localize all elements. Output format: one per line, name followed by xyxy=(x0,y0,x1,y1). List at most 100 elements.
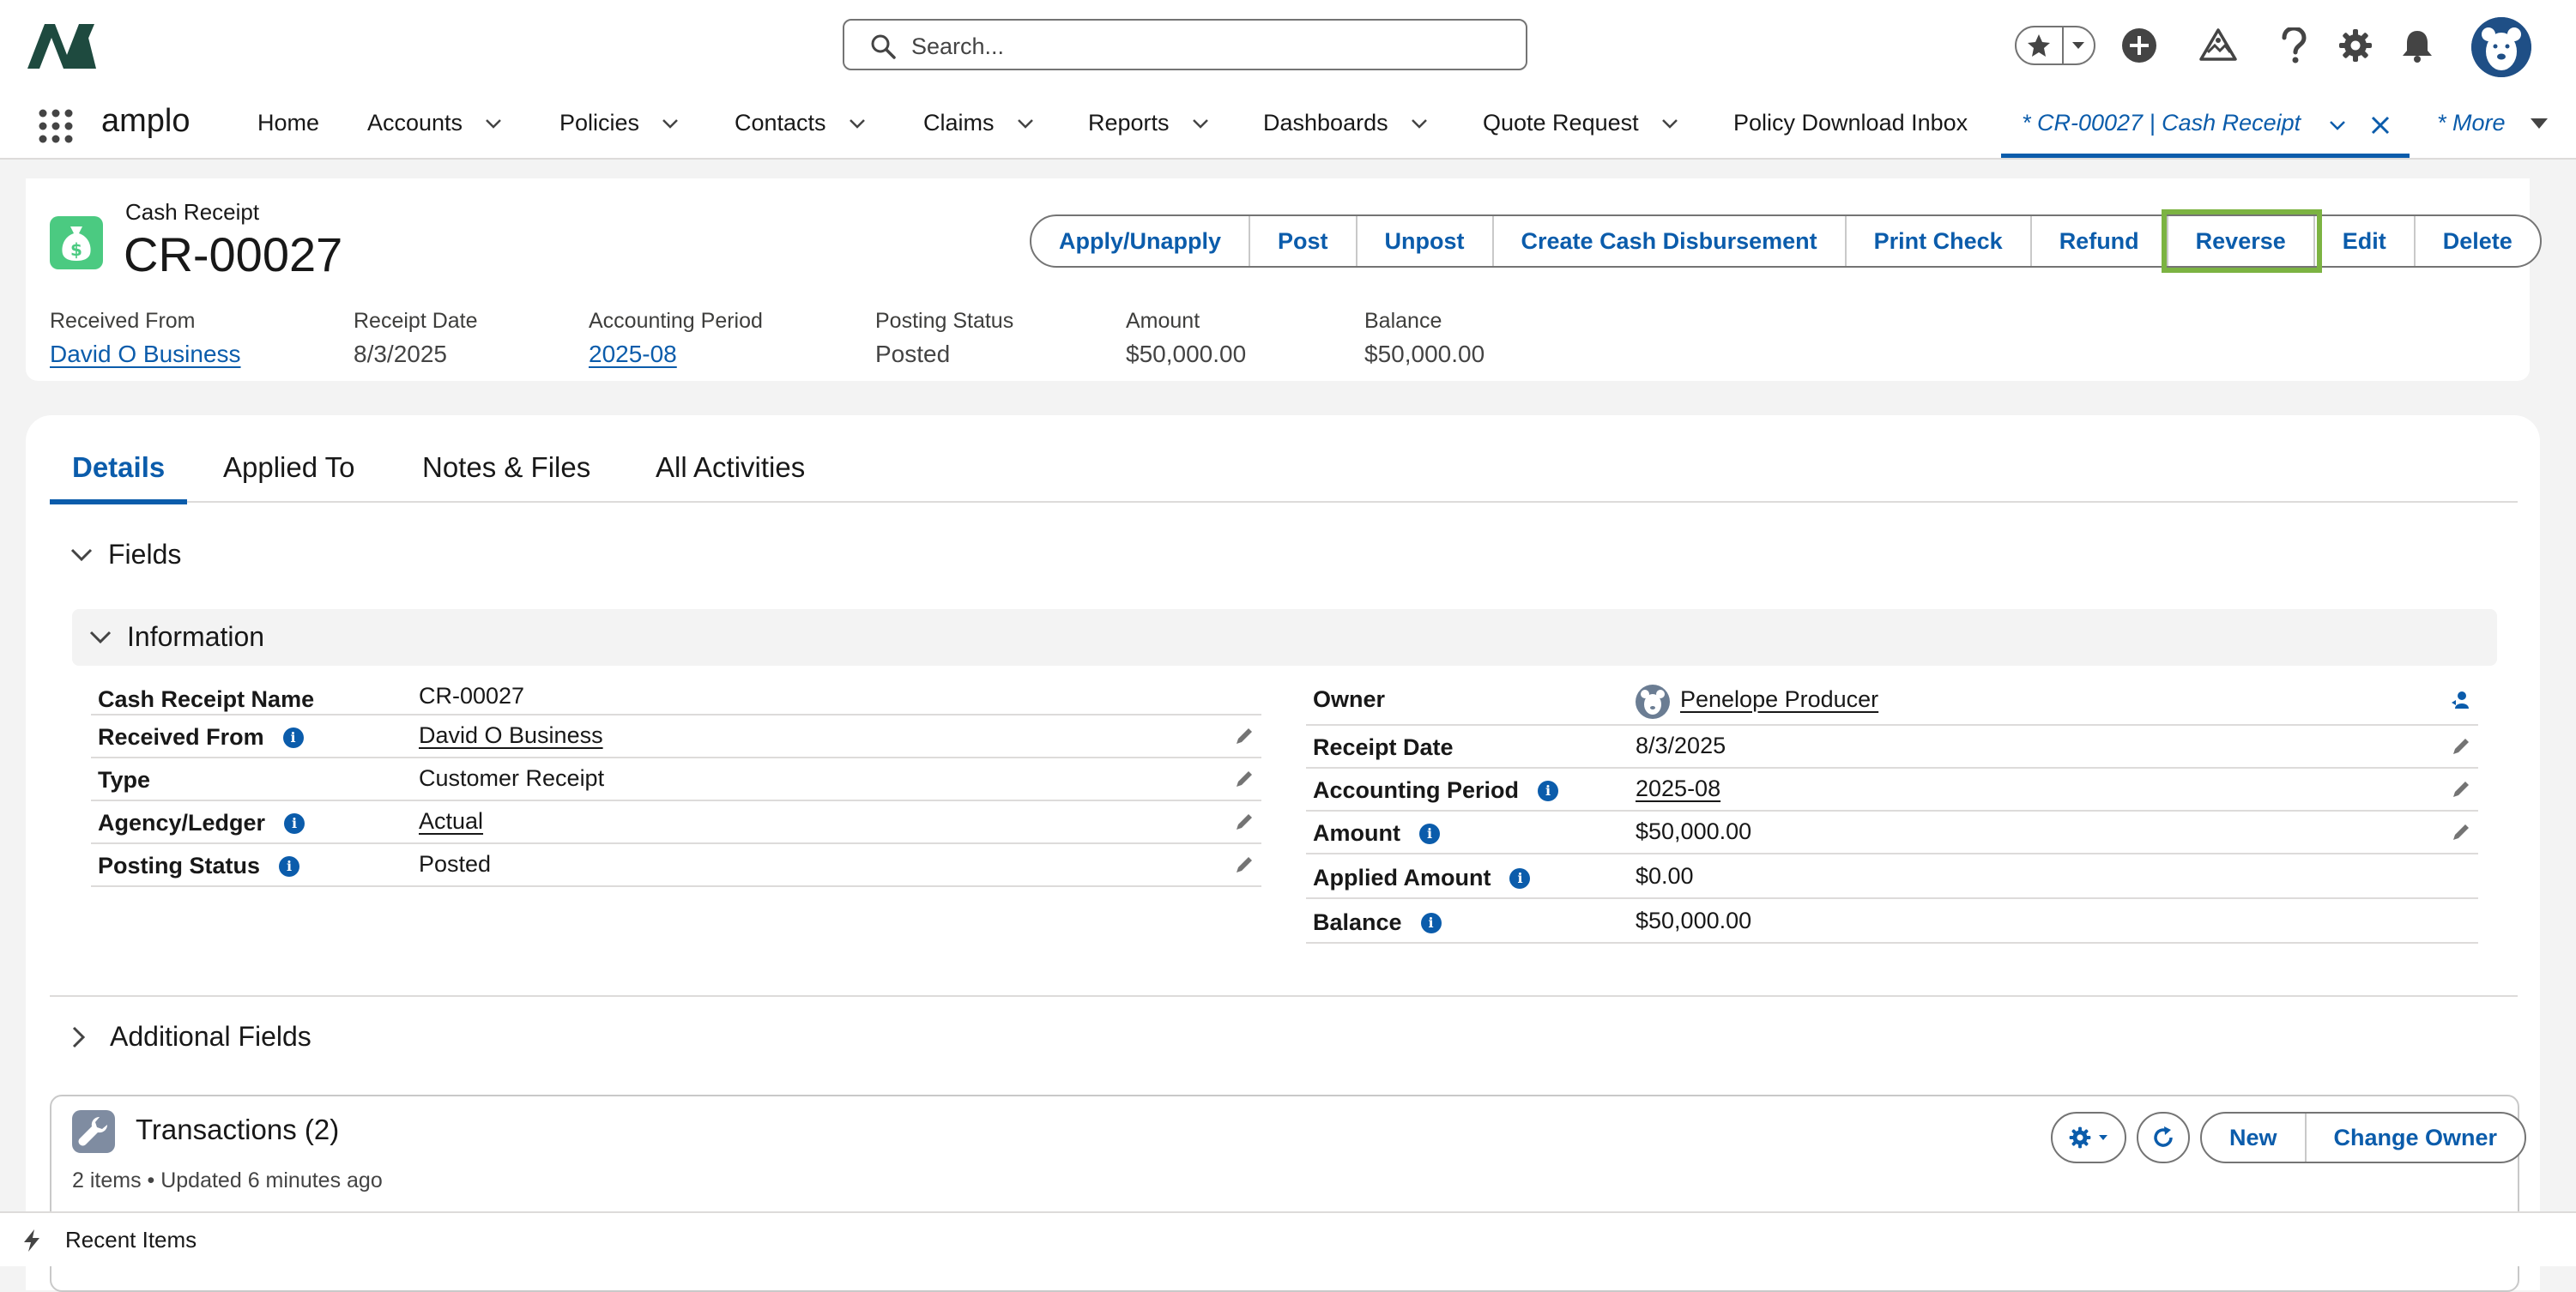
app-launcher-icon[interactable] xyxy=(38,108,74,144)
post-button[interactable]: Post xyxy=(1250,216,1358,266)
highlight-value: $50,000.00 xyxy=(1126,341,1247,367)
nav-item-policy-download-inbox[interactable]: Policy Download Inbox xyxy=(1733,110,1968,136)
chevron-down-icon[interactable] xyxy=(1411,118,1428,129)
transactions-title[interactable]: Transactions (2) xyxy=(136,1114,339,1146)
change-owner-icon[interactable] xyxy=(2451,690,2471,710)
money-bag-icon: $ xyxy=(62,226,91,261)
chevron-down-icon[interactable] xyxy=(2329,120,2346,130)
notifications-button[interactable] xyxy=(2398,26,2437,65)
accounting-period-link[interactable]: 2025-08 xyxy=(589,341,677,367)
bell-icon xyxy=(2403,31,2432,63)
refund-button[interactable]: Refund xyxy=(2032,216,2168,266)
nav-item-home[interactable]: Home xyxy=(257,110,319,136)
info-icon[interactable] xyxy=(1509,867,1531,889)
field-value: CR-00027 xyxy=(419,683,525,709)
nav-item-quote-request[interactable]: Quote Request xyxy=(1483,110,1678,136)
list-settings-button[interactable] xyxy=(2051,1112,2126,1163)
chevron-down-icon[interactable] xyxy=(485,118,502,129)
highlight-value: $50,000.00 xyxy=(1364,341,1485,367)
pencil-icon[interactable] xyxy=(1234,854,1255,875)
highlight-label: Posting Status xyxy=(875,309,1014,333)
unpost-button[interactable]: Unpost xyxy=(1358,216,1494,266)
field-receipt-date: Receipt Date 8/3/2025 xyxy=(1306,726,2478,769)
chevron-down-icon[interactable] xyxy=(1017,118,1034,129)
help-button[interactable] xyxy=(2274,26,2313,65)
field-value: $0.00 xyxy=(1636,863,1694,889)
print-check-button[interactable]: Print Check xyxy=(1847,216,2032,266)
record-highlights-panel: $ Cash Receipt CR-00027 Apply/Unapply Po… xyxy=(26,178,2542,381)
highlight-accounting-period: Accounting Period 2025-08 xyxy=(589,309,763,368)
chevron-down-icon[interactable] xyxy=(1661,118,1678,129)
refresh-button[interactable] xyxy=(2137,1112,2190,1163)
favorites-star-button[interactable] xyxy=(2017,27,2064,63)
field-balance: Balance $50,000.00 xyxy=(1306,901,2478,944)
section-divider xyxy=(50,995,2518,997)
pencil-icon[interactable] xyxy=(1234,726,1255,746)
pencil-icon[interactable] xyxy=(1234,812,1255,832)
trailhead-button[interactable] xyxy=(2198,26,2238,65)
favorites-dropdown-button[interactable] xyxy=(2064,27,2094,63)
setup-button[interactable] xyxy=(2336,26,2375,65)
delete-button[interactable]: Delete xyxy=(2416,216,2540,266)
pencil-icon[interactable] xyxy=(2451,779,2471,800)
fields-section-toggle[interactable]: Fields xyxy=(70,539,181,571)
field-label: Balance xyxy=(1313,909,1442,936)
chevron-down-icon xyxy=(70,548,93,561)
close-icon[interactable] xyxy=(2370,115,2391,136)
info-icon[interactable] xyxy=(284,812,305,834)
owner-avatar-icon xyxy=(1636,685,1670,719)
pencil-icon[interactable] xyxy=(2451,822,2471,842)
apply-unapply-button[interactable]: Apply/Unapply xyxy=(1031,216,1251,266)
user-avatar[interactable] xyxy=(2471,17,2531,77)
field-label: Owner xyxy=(1313,686,1386,712)
nav-tab-cr-00027[interactable]: * CR-00027 | Cash Receipt xyxy=(2001,93,2410,158)
search-input[interactable] xyxy=(910,29,1497,63)
tab-notes-files[interactable]: Notes & Files xyxy=(422,451,590,510)
nav-item-dashboards[interactable]: Dashboards xyxy=(1263,110,1428,136)
information-section-toggle[interactable]: Information xyxy=(89,621,264,653)
nav-item-accounts[interactable]: Accounts xyxy=(367,110,502,136)
record-title: CR-00027 xyxy=(124,227,343,281)
global-search-box[interactable] xyxy=(843,19,1527,70)
chevron-down-icon[interactable] xyxy=(849,118,866,129)
create-cash-disbursement-button[interactable]: Create Cash Disbursement xyxy=(1494,216,1847,266)
app-name: amplo xyxy=(101,103,190,139)
new-transaction-button[interactable]: New xyxy=(2202,1114,2307,1162)
tab-all-activities[interactable]: All Activities xyxy=(656,451,805,510)
highlight-balance: Balance $50,000.00 xyxy=(1364,309,1485,368)
information-section-bar[interactable]: Information xyxy=(72,609,2497,666)
tab-applied-to[interactable]: Applied To xyxy=(223,451,355,510)
info-icon[interactable] xyxy=(1418,823,1440,844)
reverse-button[interactable]: Reverse xyxy=(2161,209,2322,273)
edit-button[interactable]: Edit xyxy=(2315,216,2416,266)
field-agency-ledger: Agency/Ledger Actual xyxy=(91,801,1261,844)
received-from-link[interactable]: David O Business xyxy=(419,722,603,749)
tab-details[interactable]: Details xyxy=(50,441,188,504)
additional-fields-toggle[interactable]: Additional Fields xyxy=(72,1021,311,1053)
nav-item-claims[interactable]: Claims xyxy=(923,110,1034,136)
pencil-icon[interactable] xyxy=(1234,769,1255,789)
recent-items-button[interactable]: Recent Items xyxy=(65,1227,197,1253)
highlight-label: Receipt Date xyxy=(354,309,478,333)
received-from-link[interactable]: David O Business xyxy=(50,341,241,367)
field-label: Amount xyxy=(1313,820,1440,847)
agency-ledger-link[interactable]: Actual xyxy=(419,808,483,835)
owner-link[interactable]: Penelope Producer xyxy=(1680,686,1878,713)
field-label: Posting Status xyxy=(98,853,300,879)
info-icon[interactable] xyxy=(282,727,304,748)
company-logo-icon[interactable] xyxy=(26,21,98,70)
chevron-down-icon[interactable] xyxy=(662,118,679,129)
nav-item-contacts[interactable]: Contacts xyxy=(735,110,866,136)
chevron-down-icon[interactable] xyxy=(1192,118,1209,129)
info-icon[interactable] xyxy=(279,855,300,877)
nav-item-reports[interactable]: Reports xyxy=(1088,110,1209,136)
nav-more-button[interactable]: * More xyxy=(2437,110,2549,136)
pencil-icon[interactable] xyxy=(2451,736,2471,757)
change-owner-button[interactable]: Change Owner xyxy=(2307,1114,2525,1162)
nav-item-policies[interactable]: Policies xyxy=(559,110,679,136)
field-label: Applied Amount xyxy=(1313,865,1531,891)
info-icon[interactable] xyxy=(1538,780,1559,801)
info-icon[interactable] xyxy=(1420,912,1442,933)
global-create-button[interactable] xyxy=(2119,26,2159,65)
accounting-period-link[interactable]: 2025-08 xyxy=(1636,776,1720,802)
